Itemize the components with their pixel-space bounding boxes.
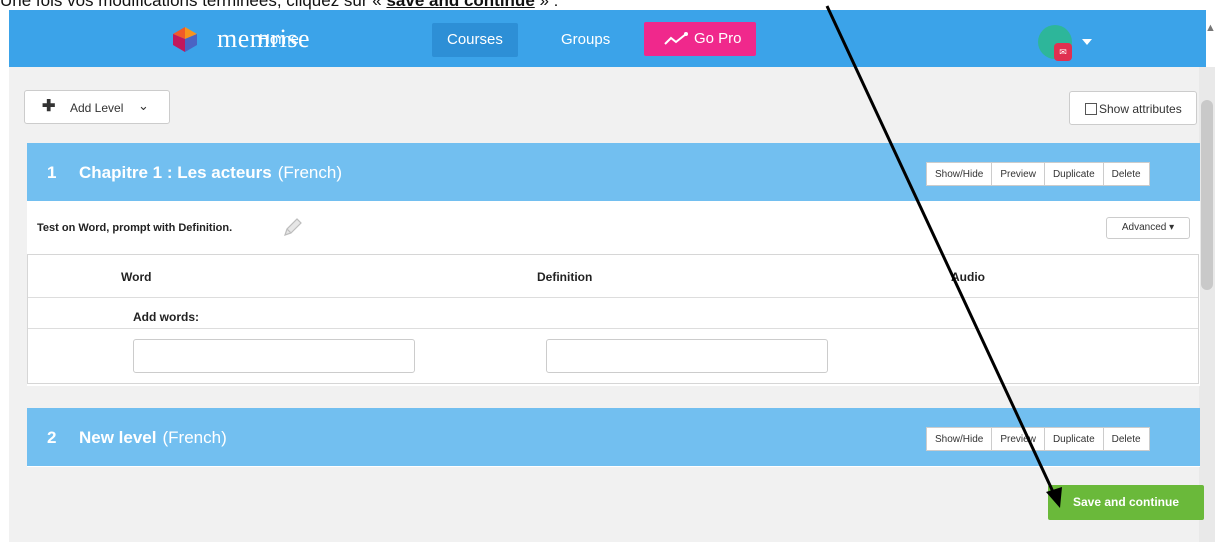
- show-attributes-label: Show attributes: [1099, 102, 1182, 116]
- level-title: New level (French): [79, 428, 227, 448]
- avatar-badge-icon: ✉: [1054, 43, 1072, 61]
- column-header-audio: Audio: [951, 270, 985, 284]
- level-header[interactable]: 2 New level (French) Show/Hide Preview Du…: [27, 408, 1200, 466]
- level-language: (French): [162, 428, 227, 447]
- go-pro-button[interactable]: Go Pro: [644, 22, 756, 56]
- nav-home[interactable]: Home: [244, 23, 314, 57]
- level-number: 2: [47, 428, 57, 447]
- show-attributes-toggle[interactable]: Show attributes: [1069, 91, 1197, 125]
- chevron-down-icon[interactable]: [1082, 39, 1092, 45]
- definition-input[interactable]: [546, 339, 828, 373]
- level-title: Chapitre 1 : Les acteurs (French): [79, 163, 342, 183]
- level-number: 1: [47, 163, 57, 182]
- level-header[interactable]: 1 Chapitre 1 : Les acteurs (French) Show/…: [27, 143, 1200, 201]
- go-pro-label: Go Pro: [694, 30, 742, 47]
- show-attributes-checkbox[interactable]: [1085, 103, 1097, 115]
- level-card: 1 Chapitre 1 : Les acteurs (French) Show/…: [27, 143, 1200, 386]
- preview-button[interactable]: Preview: [991, 427, 1045, 451]
- chevron-down-icon: ▾: [1169, 222, 1175, 233]
- plus-icon: ✚: [42, 98, 56, 115]
- top-navbar: memrise Home Courses Groups Go Pro ✉ ▲: [9, 10, 1215, 67]
- delete-button[interactable]: Delete: [1102, 427, 1150, 451]
- delete-button[interactable]: Delete: [1102, 162, 1150, 186]
- save-and-continue-button[interactable]: Save and continue: [1048, 485, 1204, 520]
- nav-groups[interactable]: Groups: [546, 23, 625, 57]
- row-divider: [28, 328, 1198, 329]
- caption-text-before: Une fois vos modifications terminées, cl…: [0, 0, 387, 10]
- preview-button[interactable]: Preview: [991, 162, 1045, 186]
- show-hide-button[interactable]: Show/Hide: [926, 427, 993, 451]
- test-prompt-text: Test on Word, prompt with Definition.: [37, 222, 233, 234]
- show-hide-button[interactable]: Show/Hide: [926, 162, 993, 186]
- words-table: Word Definition Audio Add words:: [27, 254, 1199, 384]
- scroll-up-icon[interactable]: ▲: [1205, 22, 1215, 34]
- caption-highlight: save and continue: [386, 0, 535, 10]
- duplicate-button[interactable]: Duplicate: [1043, 162, 1104, 186]
- memrise-logo-icon[interactable]: [171, 25, 199, 53]
- advanced-label: Advanced: [1121, 222, 1167, 233]
- column-header-definition: Definition: [537, 270, 593, 284]
- row-divider: [28, 297, 1198, 298]
- advanced-dropdown[interactable]: Advanced ▾: [1106, 217, 1190, 239]
- level-language: (French): [277, 163, 342, 182]
- add-words-label: Add words:: [133, 310, 199, 324]
- scrollbar-thumb[interactable]: [1201, 100, 1213, 290]
- add-level-button[interactable]: ✚ Add Level ⌄: [24, 90, 170, 124]
- duplicate-button[interactable]: Duplicate: [1043, 427, 1104, 451]
- nav-courses[interactable]: Courses: [432, 23, 518, 57]
- level-title-text: Chapitre 1 : Les acteurs: [79, 163, 272, 182]
- level-card: 2 New level (French) Show/Hide Preview Du…: [27, 408, 1200, 467]
- word-input[interactable]: [133, 339, 415, 373]
- trend-line-icon: [664, 32, 688, 45]
- column-header-word: Word: [121, 270, 152, 284]
- caption-text-after: » :: [534, 0, 559, 10]
- pencil-icon[interactable]: [281, 215, 305, 239]
- chevron-down-icon: ⌄: [138, 98, 149, 113]
- level-actions: Show/Hide Preview Duplicate Delete: [926, 427, 1150, 451]
- level-actions: Show/Hide Preview Duplicate Delete: [926, 162, 1150, 186]
- level-title-text: New level: [79, 428, 157, 447]
- add-level-label: Add Level: [70, 101, 124, 115]
